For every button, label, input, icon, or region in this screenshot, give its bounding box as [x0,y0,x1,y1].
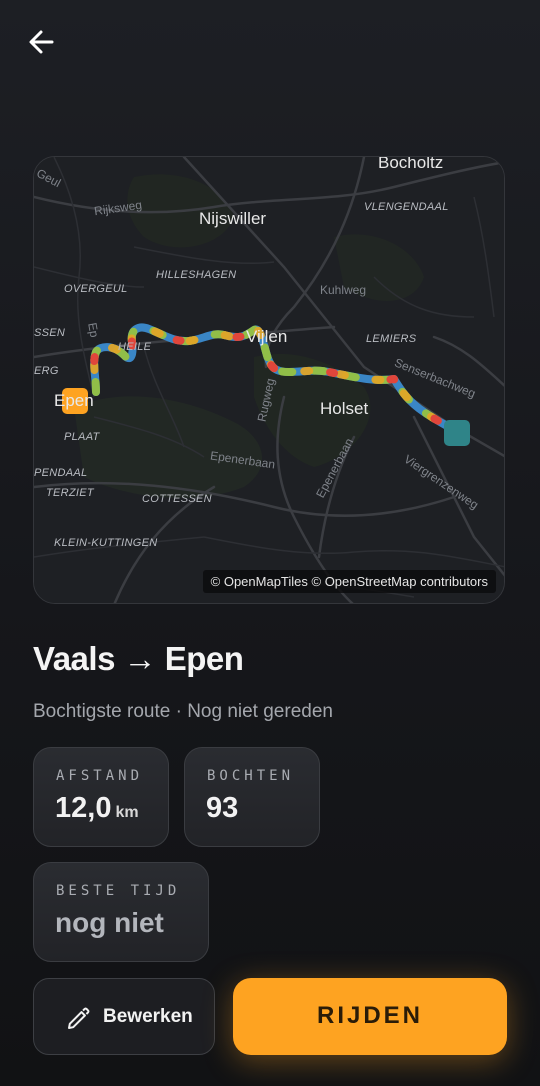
stat-bends: BOCHTEN 93 [184,747,320,847]
stat-bends-label: BOCHTEN [207,768,295,784]
edit-button-label: Bewerken [103,1006,193,1027]
stat-distance-label: AFSTAND [56,768,144,784]
stat-distance-number: 12,0 [55,792,112,824]
map-label-hilleshagen: HILLESHAGEN [156,269,237,281]
map-label-plaat: PLAAT [64,431,100,443]
map-label-vijlen: Vijlen [246,327,288,346]
map-label-cottessen: COTTESSEN [142,493,212,505]
map-label-epen: Epen [54,391,94,410]
stat-distance: AFSTAND 12,0 km [33,747,169,847]
map-label-vlengendaal: VLENGENDAAL [364,201,449,213]
map-label-pendaal: PENDAAL [34,467,88,479]
map-label-ep: Ep [85,321,102,339]
stat-best-time-value: nog niet [55,907,164,938]
ride-button[interactable]: RIJDEN [233,978,507,1055]
arrow-left-icon [29,30,54,54]
map-attribution[interactable]: © OpenMapTiles © OpenStreetMap contribut… [202,570,496,593]
map-label-terziet: TERZIET [46,487,94,499]
end-marker [444,420,470,446]
route-subtitle: Bochtigste route · Nog niet gereden [33,701,333,722]
stat-best-time: BESTE TIJD nog niet [33,862,209,962]
map-label-nijswiller: Nijswiller [199,209,267,228]
route-map[interactable]: Bocholtz Geul Rijksweg Nijswiller VLENGE… [33,156,505,604]
map-label-klein-kuttingen: KLEIN-KUTTINGEN [54,537,158,549]
map-label-erg: ERG [34,365,59,377]
route-title: Vaals → Epen [33,640,244,677]
stat-bends-value: 93 [206,792,239,824]
map-label-essen: SSEN [34,327,66,339]
edit-button[interactable]: Bewerken [33,978,215,1055]
map-label-kuhlweg: Kuhlweg [320,283,367,297]
stat-distance-unit: km [115,804,139,821]
map-label-overgeul: OVERGEUL [64,283,128,295]
ride-button-label: RIJDEN [316,1002,424,1029]
stat-best-time-label: BESTE TIJD [56,883,181,899]
map-label-lemiers: LEMIERS [366,333,417,345]
stat-distance-value: 12,0 km [55,792,139,825]
map-label-heile: HEILE [118,341,152,353]
map-label-holset: Holset [320,399,369,418]
pencil-icon [68,1007,90,1029]
map-label-bocholtz: Bocholtz [378,156,444,172]
back-button[interactable] [24,24,60,60]
